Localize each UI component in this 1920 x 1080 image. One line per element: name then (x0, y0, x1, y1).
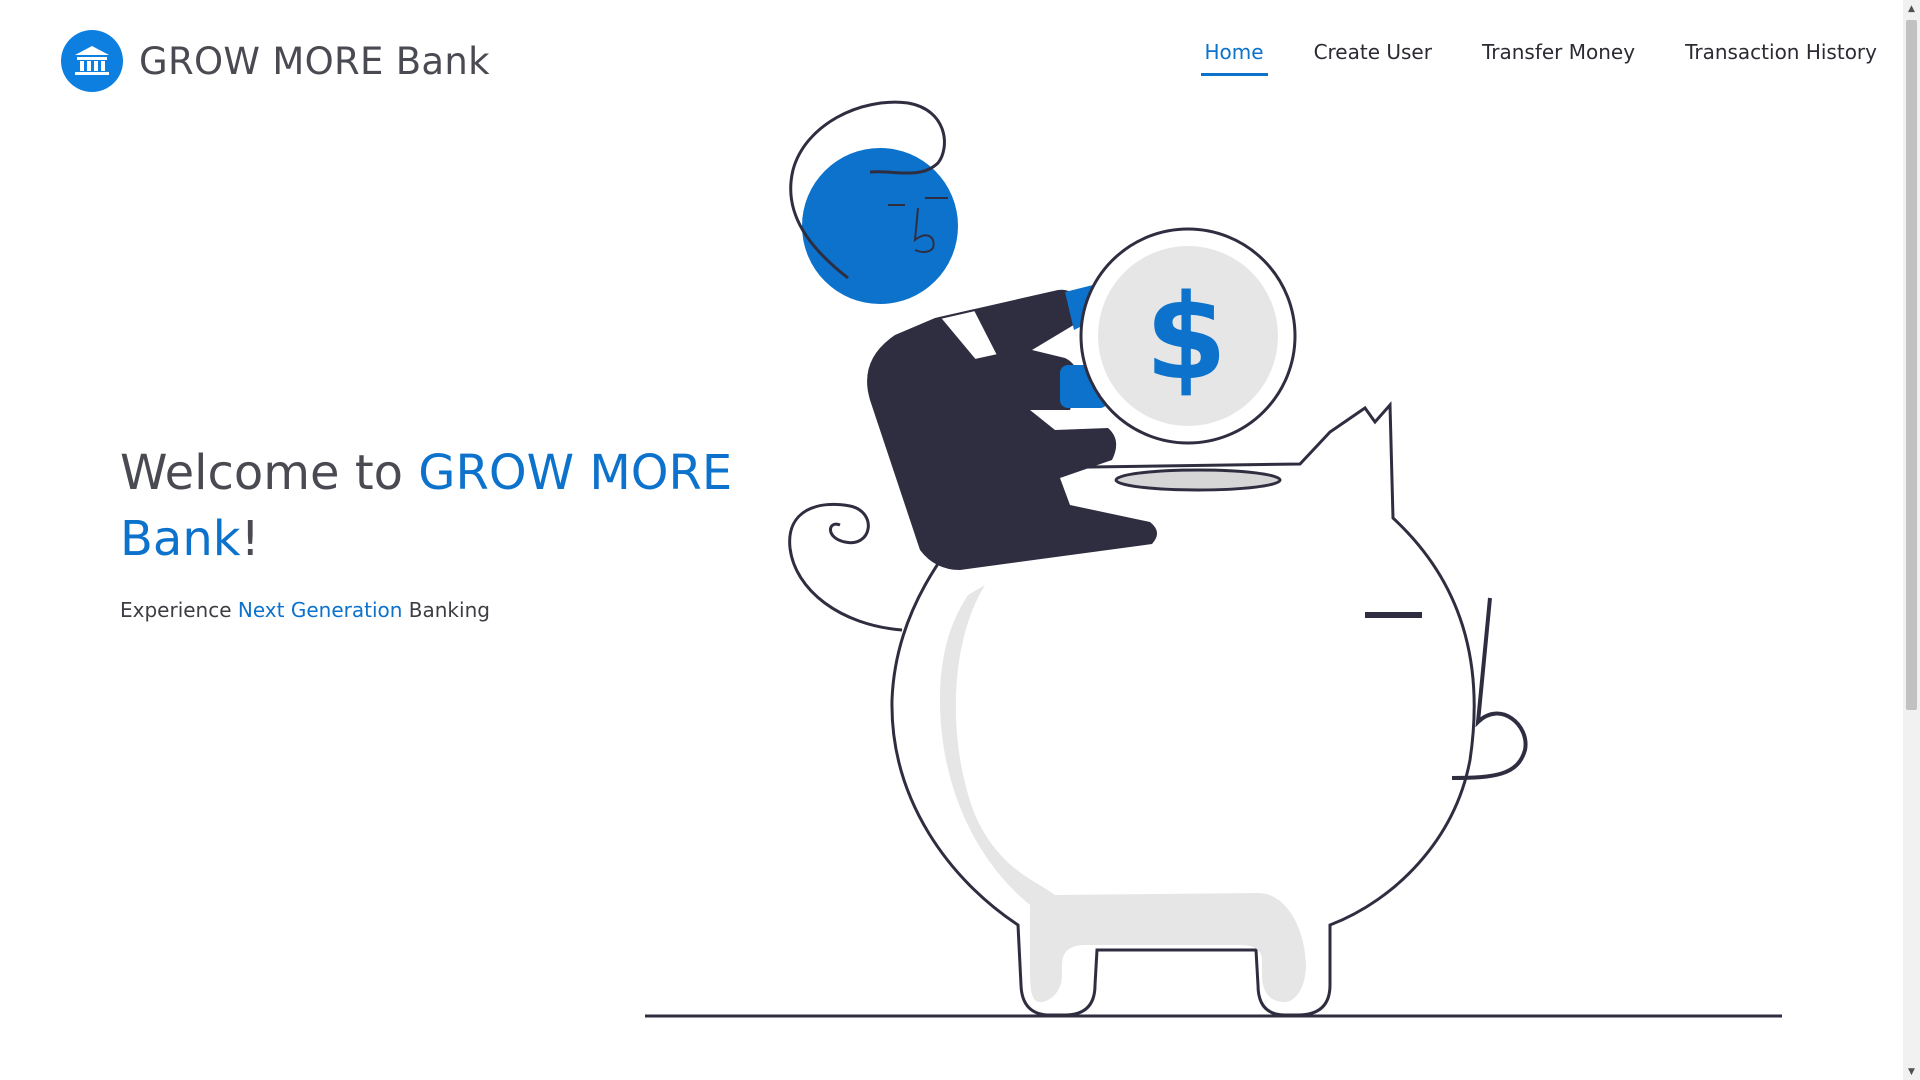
bank-building-icon[interactable] (61, 30, 123, 92)
brand[interactable]: GROW MORE Bank (61, 30, 490, 92)
brand-name[interactable]: GROW MORE Bank (139, 40, 490, 83)
nav-item-transaction-history[interactable]: Transaction History (1681, 38, 1881, 76)
hero-title-prefix: Welcome to (120, 445, 419, 501)
hero-subtitle-suffix: Banking (402, 598, 490, 622)
coin-slot (1114, 468, 1282, 492)
main-nav: Home Create User Transfer Money Transact… (1200, 38, 1882, 76)
hero-subtitle-prefix: Experience (120, 598, 238, 622)
nav-item-create-user[interactable]: Create User (1310, 38, 1436, 76)
pig-tail (788, 502, 903, 632)
scrollbar[interactable]: ▲ ▼ (1903, 0, 1920, 1080)
hero-subtitle-highlight: Next Generation (237, 598, 403, 622)
piggy-bank-illustration: $ (645, 100, 1782, 1018)
scroll-down-icon[interactable]: ▼ (1903, 1063, 1920, 1080)
nav-item-transfer-money[interactable]: Transfer Money (1478, 38, 1639, 76)
page: GROW MORE Bank Home Create User Transfer… (0, 0, 1920, 1080)
nav-item-home[interactable]: Home (1200, 38, 1268, 76)
scrollbar-thumb[interactable] (1906, 20, 1917, 710)
hero-title-suffix: ! (240, 511, 260, 567)
scroll-up-icon[interactable]: ▲ (1903, 0, 1920, 17)
dollar-sign-icon: $ (1145, 268, 1227, 406)
